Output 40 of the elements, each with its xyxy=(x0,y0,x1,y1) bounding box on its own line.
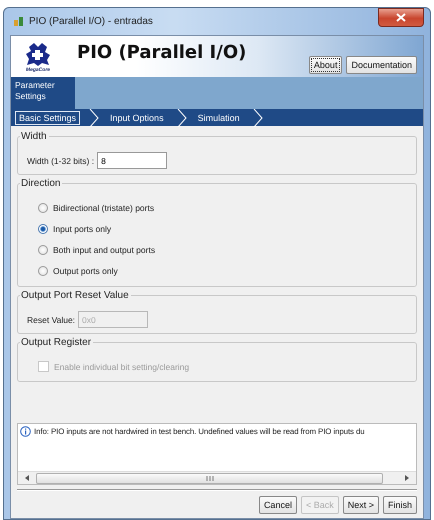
header-button[interactable]: About xyxy=(308,56,342,74)
radio-label: Input ports only xyxy=(53,224,112,234)
chevron-icon xyxy=(176,108,188,126)
radio-label: Both input and output ports xyxy=(53,245,156,255)
info-icon xyxy=(20,426,31,437)
scroll-right-icon xyxy=(404,475,410,481)
radio-button[interactable] xyxy=(38,245,48,255)
group-title: Width xyxy=(20,131,49,142)
header-title: PIO (Parallel I/O) xyxy=(77,42,248,63)
field-label: Reset Value: xyxy=(27,314,76,324)
chevron-icon xyxy=(88,108,100,126)
page-tab[interactable]: Parameter Settings xyxy=(11,77,75,109)
horizontal-scrollbar[interactable] xyxy=(18,471,416,484)
dialog-button[interactable]: Next > xyxy=(342,496,379,514)
radio-button[interactable] xyxy=(38,224,48,234)
radio-label: Output ports only xyxy=(53,266,118,276)
header-button[interactable]: Documentation xyxy=(346,56,417,74)
field-label: Width (1-32 bits) : xyxy=(27,156,94,166)
logo-icon xyxy=(25,40,51,66)
close-icon xyxy=(396,13,406,22)
radio-button[interactable] xyxy=(38,203,48,213)
chevron-icon xyxy=(252,108,264,126)
step-tab[interactable]: Simulation xyxy=(194,110,244,124)
app-icon xyxy=(13,16,24,27)
dialog-button[interactable]: Finish xyxy=(382,496,417,514)
radio-label: Bidirectional (tristate) ports xyxy=(53,203,154,213)
grip-icon xyxy=(206,476,214,481)
step-tab[interactable]: Input Options xyxy=(106,110,168,124)
input-field[interactable]: 8 xyxy=(97,152,168,169)
dialog-button[interactable]: Cancel xyxy=(258,496,297,514)
group-title: Output Port Reset Value xyxy=(20,290,131,301)
checkbox-label: Enable individual bit setting/clearing xyxy=(54,362,190,372)
window-title: PIO (Parallel I/O) - entradas xyxy=(29,16,154,27)
scroll-left-icon xyxy=(24,475,30,481)
group-title: Output Register xyxy=(20,337,94,348)
radio-button[interactable] xyxy=(38,266,48,276)
close-button[interactable] xyxy=(378,8,424,27)
group-title: Direction xyxy=(20,178,62,189)
step-tab[interactable]: Basic Settings xyxy=(15,110,80,124)
scroll-thumb[interactable] xyxy=(36,473,383,484)
